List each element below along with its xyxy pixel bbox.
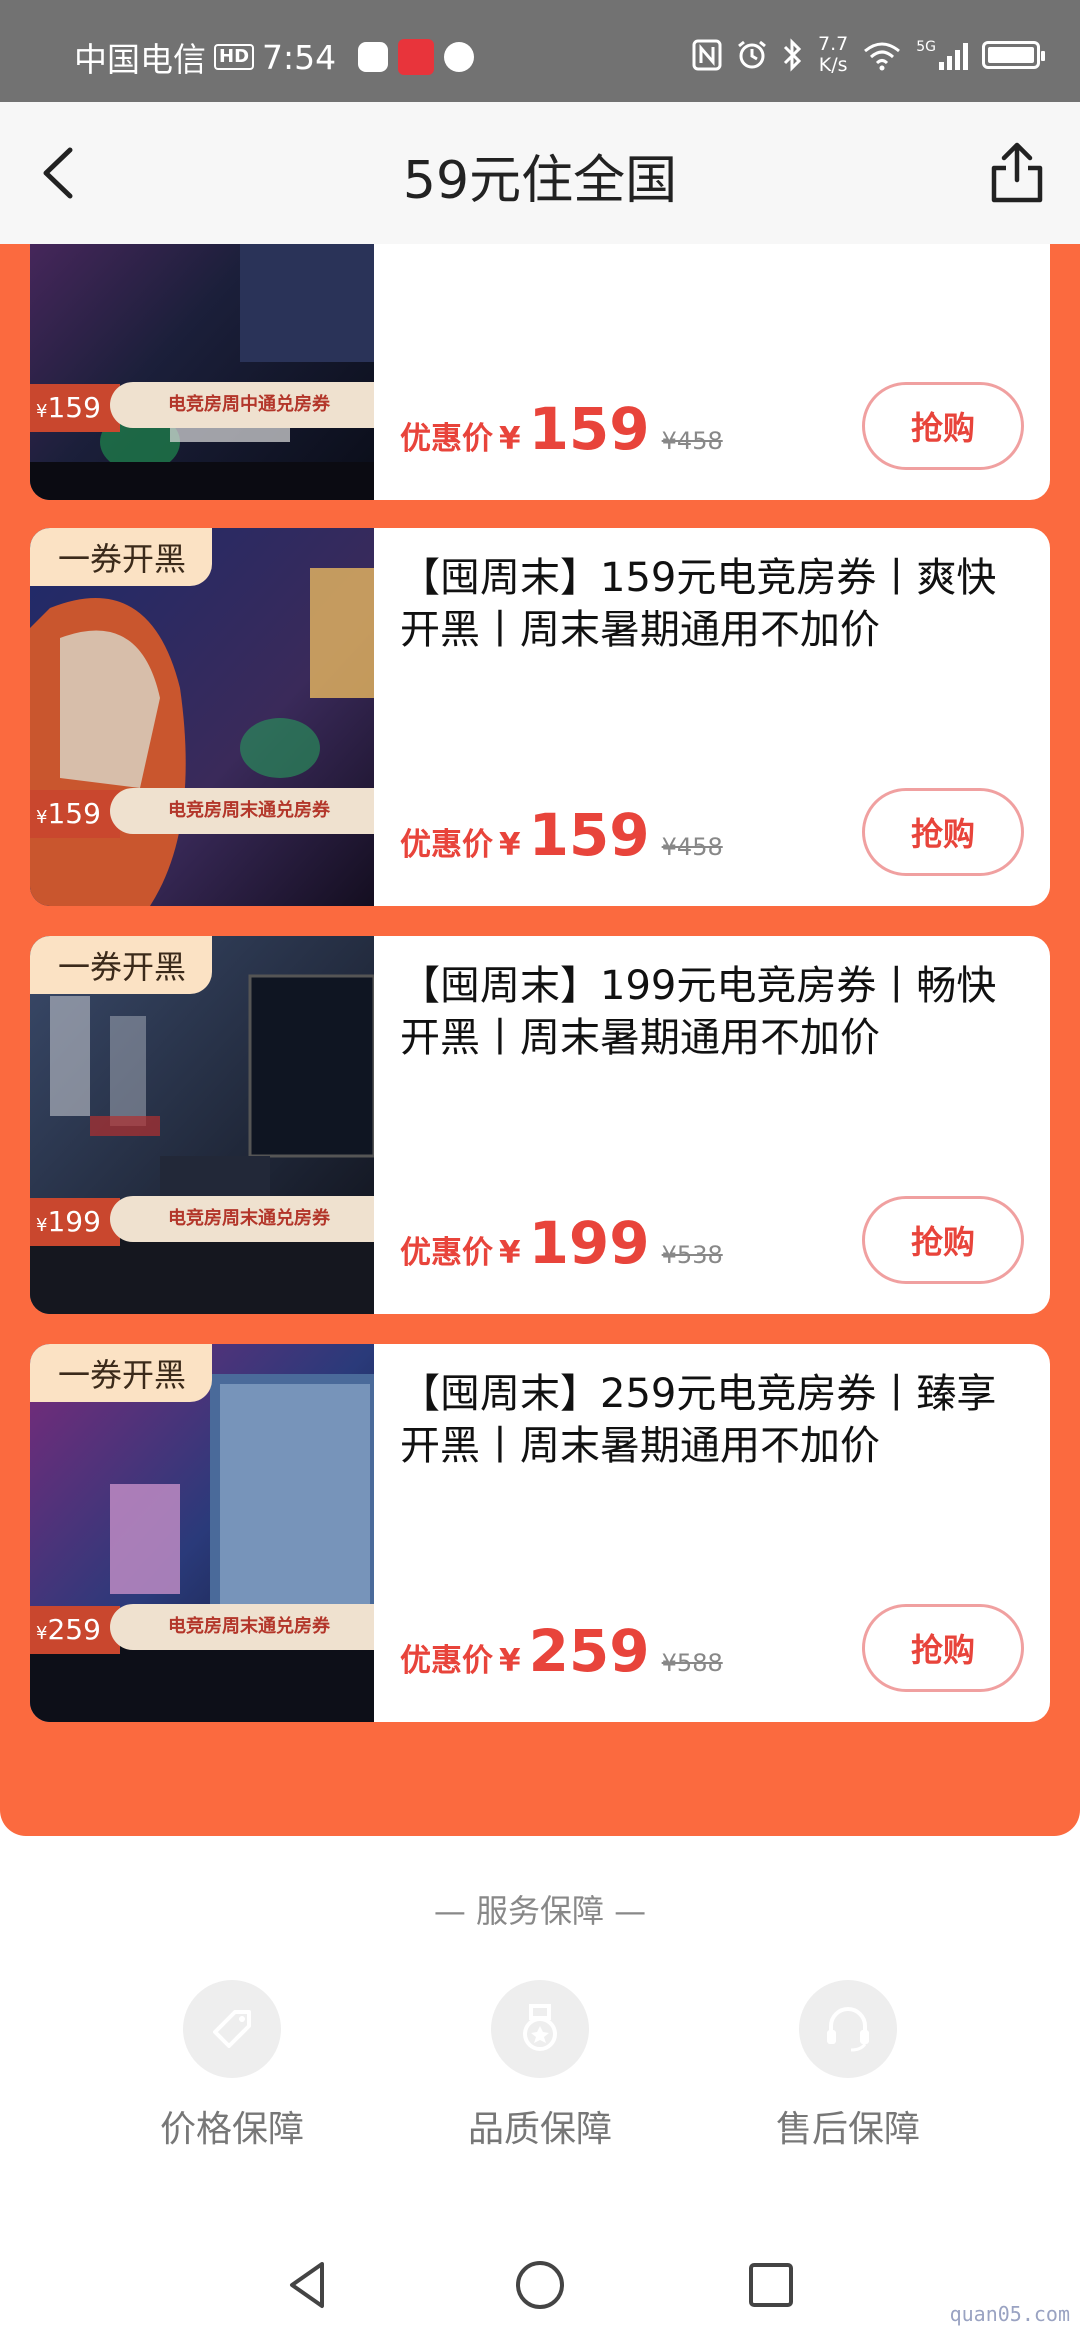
product-thumbnail: 一券开黑 ¥159 电竞房周末通兑房券 xyxy=(30,528,374,906)
bluetooth-icon xyxy=(783,38,802,72)
product-title[interactable]: 【囤周末】159元电竞房券丨爽快开黑丨周末暑期通用不加价 xyxy=(400,552,1030,656)
network-type: 5G xyxy=(916,39,936,55)
wifi-icon xyxy=(864,42,901,71)
service-label: 价格保障 xyxy=(159,2109,304,2150)
status-left: 中国电信 HD 7:54 xyxy=(74,34,475,80)
buy-button[interactable]: 抢购 xyxy=(862,788,1024,876)
badge-price: 199 xyxy=(47,1205,101,1238)
share-button[interactable] xyxy=(984,140,1050,206)
buy-button[interactable]: 抢购 xyxy=(862,1196,1024,1284)
net-speed-value: 7.7 xyxy=(818,33,849,55)
product-thumbnail: 一券开黑 ¥199 电竞房周末通兑房券 xyxy=(30,936,374,1314)
price-label: 优惠价 xyxy=(400,827,493,863)
service-guarantee-heading: — 服务保障 — xyxy=(433,1892,647,1930)
price-label: 优惠价 xyxy=(400,421,493,457)
sale-price: 259 xyxy=(528,1617,650,1685)
badge-price: 259 xyxy=(47,1613,101,1646)
clock: 7:54 xyxy=(262,37,337,77)
watermark: quan05.com xyxy=(949,2302,1070,2326)
status-right: 7.7 K/s 5G xyxy=(692,30,1045,80)
price-row: 优惠价 ¥ 199 ¥538 xyxy=(400,1214,723,1272)
price-label: 优惠价 xyxy=(400,1235,493,1271)
badge-price: 159 xyxy=(47,391,101,424)
notification-bag-icon xyxy=(358,42,389,72)
thumbnail-ribbon: 电竞房周末通兑房券 xyxy=(110,1196,374,1242)
product-thumbnail: ¥159 电竞房周中通兑房券 xyxy=(30,244,374,500)
thumbnail-price-badge: ¥199 xyxy=(30,1198,120,1246)
system-nav-bar: quan05.com xyxy=(0,2230,1080,2340)
promo-tag: 一券开黑 xyxy=(30,1344,213,1402)
product-title[interactable]: 【囤周末】199元电竞房券丨畅快开黑丨周末暑期通用不加价 xyxy=(400,960,1030,1064)
gaming-room-image xyxy=(30,244,374,500)
price-row: 优惠价 ¥ 159 ¥458 xyxy=(400,806,723,864)
product-thumbnail: 一券开黑 ¥259 电竞房周末通兑房券 xyxy=(30,1344,374,1722)
net-speed: 7.7 K/s xyxy=(818,34,848,76)
price-label: 优惠价 xyxy=(400,1643,493,1679)
buy-button[interactable]: 抢购 xyxy=(862,382,1024,470)
price-row: 优惠价 ¥ 259 ¥588 xyxy=(400,1622,723,1680)
quality-medal-icon xyxy=(491,1980,589,2078)
product-card[interactable]: 一券开黑 ¥159 电竞房周末通兑房券 【囤周末】159元电竞房券丨爽快开黑丨周… xyxy=(30,528,1050,906)
promo-tag: 一券开黑 xyxy=(30,528,213,586)
notification-app-icon xyxy=(398,39,435,75)
battery-icon xyxy=(982,41,1045,69)
service-item-aftersale[interactable]: 售后保障 xyxy=(738,1980,958,2152)
service-label: 售后保障 xyxy=(775,2109,920,2150)
top-nav-bar: 59元住全国 xyxy=(0,102,1080,244)
hd-icon: HD xyxy=(214,44,255,70)
notification-sync-icon xyxy=(444,42,475,72)
currency-symbol: ¥ xyxy=(499,421,521,457)
headset-icon xyxy=(799,1980,897,2078)
thumbnail-price-badge: ¥259 xyxy=(30,1606,120,1654)
buy-button[interactable]: 抢购 xyxy=(862,1604,1024,1692)
alarm-icon xyxy=(738,40,766,69)
price-tag-icon xyxy=(183,1980,281,2078)
thumbnail-price-badge: ¥159 xyxy=(30,790,120,838)
back-triangle-icon[interactable] xyxy=(276,2252,342,2318)
carrier-label: 中国电信 xyxy=(74,40,206,79)
currency-symbol: ¥ xyxy=(499,827,521,863)
service-item-price[interactable]: 价格保障 xyxy=(122,1980,342,2152)
thumbnail-ribbon: 电竞房周中通兑房券 xyxy=(110,382,374,428)
service-label: 品质保障 xyxy=(467,2109,612,2150)
price-row: 优惠价 ¥ 159 ¥458 xyxy=(400,400,723,458)
product-list-panel: ¥159 电竞房周中通兑房券 优惠价 ¥ 159 ¥458 抢购 一券开黑 ¥1… xyxy=(0,244,1080,1836)
thumbnail-ribbon: 电竞房周末通兑房券 xyxy=(110,788,374,834)
page-title: 59元住全国 xyxy=(402,151,678,211)
product-card[interactable]: ¥159 电竞房周中通兑房券 优惠价 ¥ 159 ¥458 抢购 xyxy=(30,244,1050,500)
sale-price: 159 xyxy=(528,395,650,463)
thumbnail-price-badge: ¥159 xyxy=(30,384,120,432)
currency-symbol: ¥ xyxy=(499,1235,521,1271)
nfc-icon xyxy=(692,39,722,71)
badge-price: 159 xyxy=(47,797,101,830)
status-bar: 中国电信 HD 7:54 7.7 K/s 5G xyxy=(0,0,1080,102)
product-card[interactable]: 一券开黑 ¥199 电竞房周末通兑房券 【囤周末】199元电竞房券丨畅快开黑丨周… xyxy=(30,936,1050,1314)
recents-square-icon[interactable] xyxy=(738,2252,804,2318)
original-price: ¥538 xyxy=(661,1241,723,1269)
original-price: ¥588 xyxy=(661,1649,723,1677)
thumbnail-ribbon: 电竞房周末通兑房券 xyxy=(110,1604,374,1650)
home-circle-icon[interactable] xyxy=(507,2252,573,2318)
currency-symbol: ¥ xyxy=(499,1643,521,1679)
product-card[interactable]: 一券开黑 ¥259 电竞房周末通兑房券 【囤周末】259元电竞房券丨臻享开黑丨周… xyxy=(30,1344,1050,1722)
sale-price: 159 xyxy=(528,801,650,869)
net-speed-unit: K/s xyxy=(818,54,848,76)
signal-icon: 5G xyxy=(916,40,968,70)
service-item-quality[interactable]: 品质保障 xyxy=(430,1980,650,2152)
original-price: ¥458 xyxy=(661,427,723,455)
sale-price: 199 xyxy=(528,1209,650,1277)
promo-tag: 一券开黑 xyxy=(30,936,213,994)
product-title[interactable]: 【囤周末】259元电竞房券丨臻享开黑丨周末暑期通用不加价 xyxy=(400,1368,1030,1472)
original-price: ¥458 xyxy=(661,833,723,861)
